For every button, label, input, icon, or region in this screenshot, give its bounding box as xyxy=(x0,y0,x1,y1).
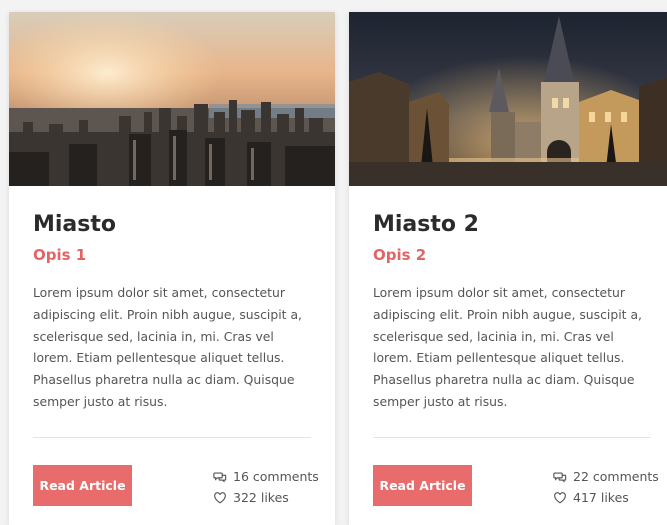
card-title: Miasto 2 xyxy=(373,212,479,237)
comments-count: 16 xyxy=(233,469,249,484)
card-subtitle: Opis 1 xyxy=(33,246,87,264)
card-stats: 16 comments 322 likes xyxy=(213,466,319,508)
card-body-text: Lorem ipsum dolor sit amet, consectetur … xyxy=(373,285,642,409)
read-article-button[interactable]: Read Article xyxy=(373,465,472,506)
card-subtitle: Opis 2 xyxy=(373,246,427,264)
article-card-2: Miasto 2 Opis 2 Lorem ipsum dolor sit am… xyxy=(349,12,667,525)
comments-label: comments xyxy=(252,469,319,484)
likes-label: likes xyxy=(600,490,629,505)
article-card-1: Miasto Opis 1 Lorem ipsum dolor sit amet… xyxy=(9,12,335,525)
card-divider xyxy=(373,437,651,438)
comments-count: 22 xyxy=(573,469,589,484)
heart-icon xyxy=(553,491,567,505)
card-image-old-town-night[interactable] xyxy=(349,12,667,186)
likes-count: 417 xyxy=(573,490,597,505)
likes-stat[interactable]: 417 likes xyxy=(553,487,659,508)
comment-bubbles-icon xyxy=(553,470,567,484)
card-stats: 22 comments 417 likes xyxy=(553,466,659,508)
card-title: Miasto xyxy=(33,212,117,237)
card-divider xyxy=(33,437,311,438)
card-image-city-skyline[interactable] xyxy=(9,12,335,186)
likes-label: likes xyxy=(260,490,289,505)
likes-count: 322 xyxy=(233,490,257,505)
comment-bubbles-icon xyxy=(213,470,227,484)
card-body-text: Lorem ipsum dolor sit amet, consectetur … xyxy=(33,285,302,409)
comments-stat[interactable]: 22 comments xyxy=(553,466,659,487)
read-article-button[interactable]: Read Article xyxy=(33,465,132,506)
likes-stat[interactable]: 322 likes xyxy=(213,487,319,508)
heart-icon xyxy=(213,491,227,505)
comments-label: comments xyxy=(592,469,659,484)
comments-stat[interactable]: 16 comments xyxy=(213,466,319,487)
